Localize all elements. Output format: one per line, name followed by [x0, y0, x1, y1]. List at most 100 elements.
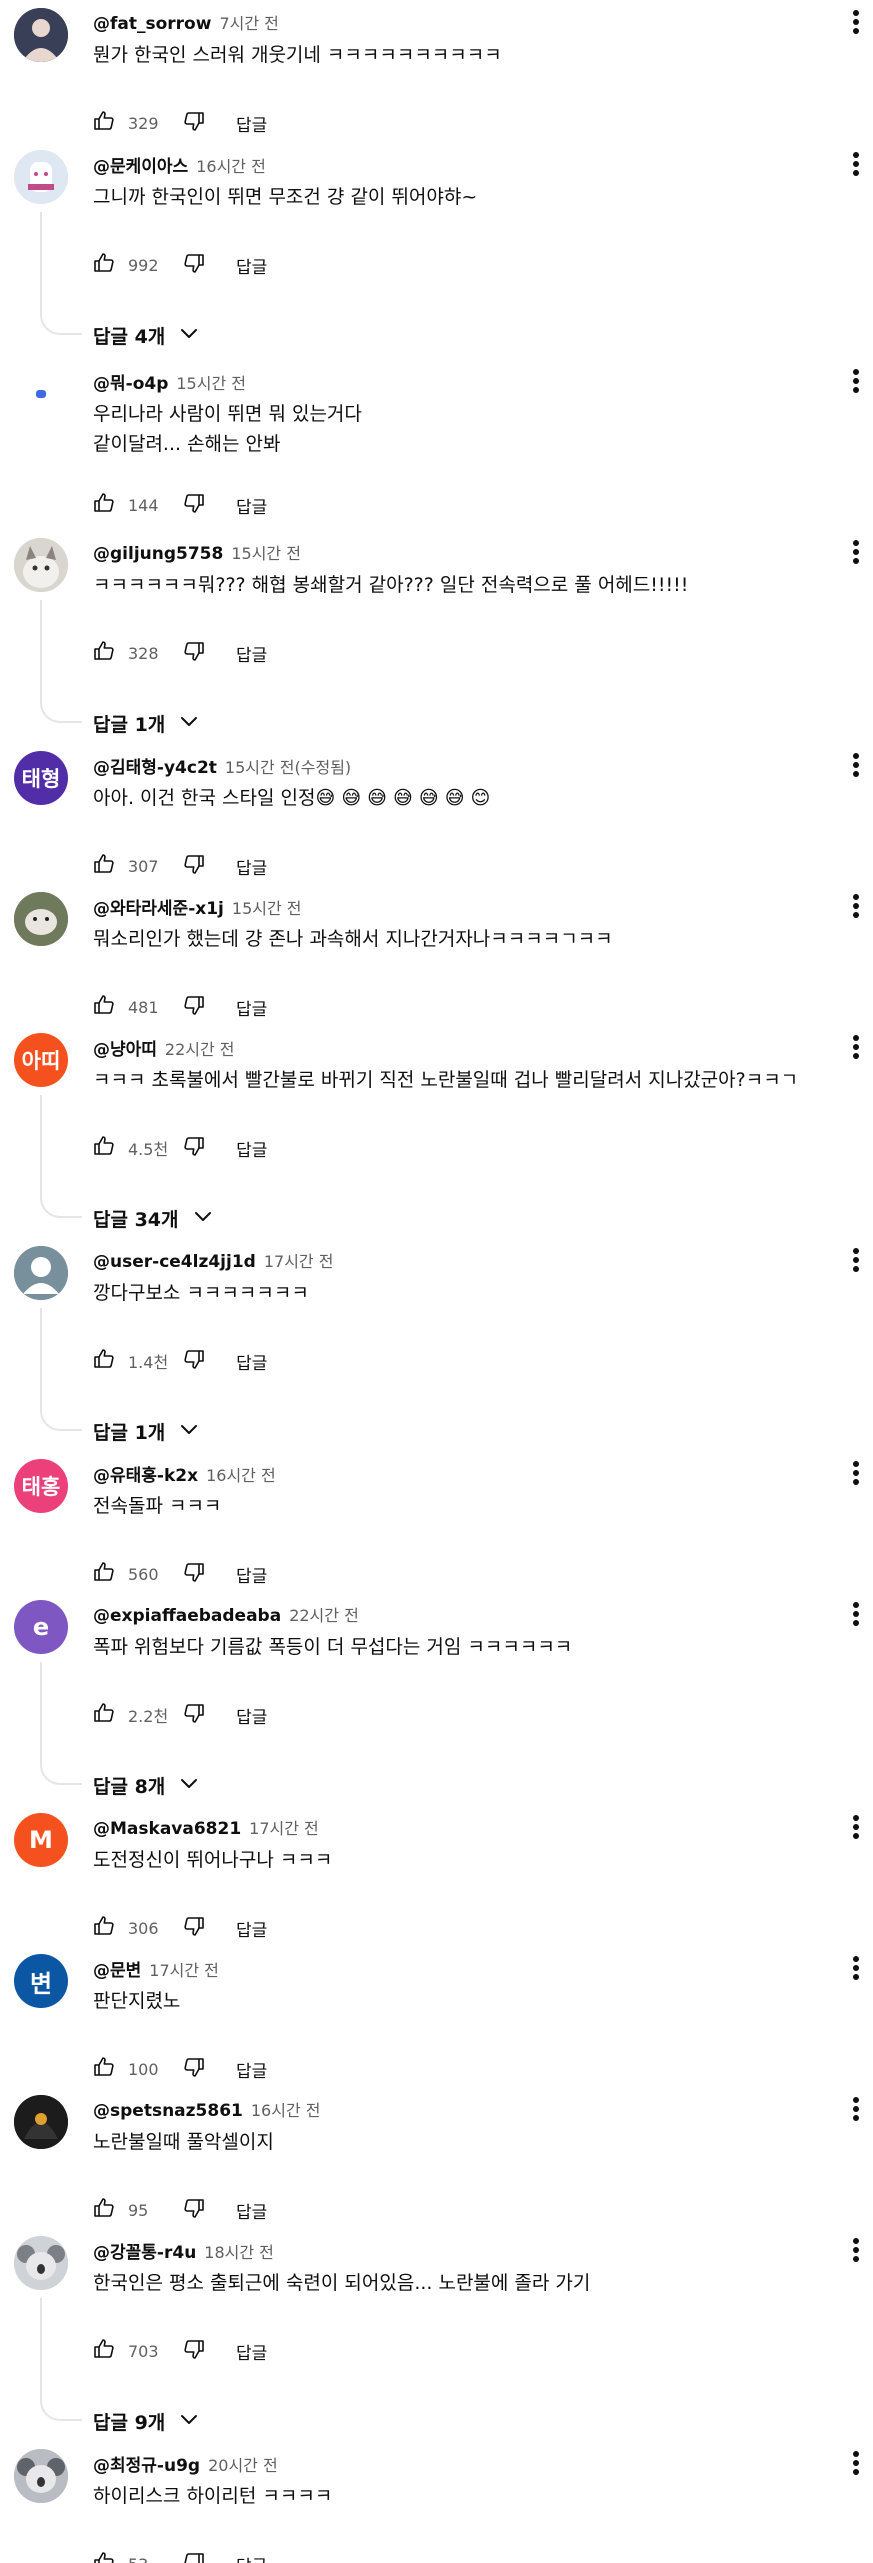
- like-button[interactable]: [88, 489, 120, 521]
- avatar[interactable]: [14, 2236, 68, 2290]
- dislike-button[interactable]: [178, 1132, 210, 1164]
- comment-author[interactable]: @와타라세준-x1j: [93, 894, 224, 919]
- more-options-icon[interactable]: [848, 751, 864, 779]
- view-replies-button[interactable]: 답글 1개: [93, 1413, 201, 1449]
- comment-time[interactable]: 18시간 전: [204, 2239, 274, 2263]
- reply-button[interactable]: 답글: [236, 111, 267, 136]
- comment-time[interactable]: 22시간 전: [165, 1036, 235, 1060]
- like-button[interactable]: [88, 1345, 120, 1377]
- comment-time[interactable]: 7시간 전: [219, 10, 278, 34]
- reply-button[interactable]: 답글: [236, 1349, 267, 1374]
- comment-time[interactable]: 22시간 전: [289, 1602, 359, 1626]
- avatar[interactable]: [14, 538, 68, 592]
- reply-button[interactable]: 답글: [236, 2339, 267, 2364]
- dislike-button[interactable]: [178, 2335, 210, 2367]
- comment-author[interactable]: @Maskava6821: [93, 1819, 241, 1839]
- more-options-icon[interactable]: [848, 538, 864, 566]
- like-button[interactable]: [88, 1132, 120, 1164]
- more-options-icon[interactable]: [848, 1033, 864, 1061]
- comment-author[interactable]: @뭐-o4p: [93, 369, 168, 394]
- avatar[interactable]: 변: [14, 1954, 68, 2008]
- dislike-button[interactable]: [178, 489, 210, 521]
- reply-button[interactable]: 답글: [236, 1916, 267, 1941]
- more-options-icon[interactable]: [848, 1459, 864, 1487]
- comment-author[interactable]: @fat_sorrow: [93, 14, 211, 34]
- dislike-button[interactable]: [178, 1345, 210, 1377]
- reply-button[interactable]: 답글: [236, 1136, 267, 1161]
- dislike-button[interactable]: [178, 991, 210, 1023]
- like-button[interactable]: [88, 1699, 120, 1731]
- reply-button[interactable]: 답글: [236, 2552, 267, 2563]
- avatar[interactable]: [14, 2095, 68, 2149]
- reply-button[interactable]: 답글: [236, 2198, 267, 2223]
- more-options-icon[interactable]: [848, 367, 864, 395]
- comment-author[interactable]: @김태형-y4c2t: [93, 753, 217, 778]
- more-options-icon[interactable]: [848, 892, 864, 920]
- comment-author[interactable]: @문변: [93, 1956, 141, 1981]
- reply-button[interactable]: 답글: [236, 1703, 267, 1728]
- like-button[interactable]: [88, 2335, 120, 2367]
- more-options-icon[interactable]: [848, 8, 864, 36]
- like-button[interactable]: [88, 1558, 120, 1590]
- more-options-icon[interactable]: [848, 1954, 864, 1982]
- reply-button[interactable]: 답글: [236, 1562, 267, 1587]
- comment-time[interactable]: 17시간 전: [249, 1815, 319, 1839]
- comment-time[interactable]: 15시간 전: [176, 370, 246, 394]
- avatar[interactable]: 태형: [14, 751, 68, 805]
- avatar[interactable]: [14, 892, 68, 946]
- avatar[interactable]: 아띠: [14, 1033, 68, 1087]
- view-replies-button[interactable]: 답글 4개: [93, 317, 201, 353]
- comment-author[interactable]: @문케이아스: [93, 152, 188, 177]
- dislike-button[interactable]: [178, 1699, 210, 1731]
- comment-author[interactable]: @giljung5758: [93, 544, 223, 564]
- like-button[interactable]: [88, 249, 120, 281]
- comment-author[interactable]: @spetsnaz5861: [93, 2101, 243, 2121]
- view-replies-button[interactable]: 답글 1개: [93, 705, 201, 741]
- avatar[interactable]: e: [14, 1600, 68, 1654]
- dislike-button[interactable]: [178, 1912, 210, 1944]
- comment-author[interactable]: @최정규-u9g: [93, 2451, 200, 2476]
- like-button[interactable]: [88, 1912, 120, 1944]
- reply-button[interactable]: 답글: [236, 253, 267, 278]
- dislike-button[interactable]: [178, 2548, 210, 2563]
- view-replies-button[interactable]: 답글 9개: [93, 2403, 201, 2439]
- dislike-button[interactable]: [178, 637, 210, 669]
- more-options-icon[interactable]: [848, 150, 864, 178]
- comment-time[interactable]: 16시간 전: [206, 1462, 276, 1486]
- reply-button[interactable]: 답글: [236, 493, 267, 518]
- more-options-icon[interactable]: [848, 2095, 864, 2123]
- comment-time[interactable]: 15시간 전: [225, 754, 295, 778]
- avatar[interactable]: [14, 367, 68, 421]
- avatar[interactable]: M: [14, 1813, 68, 1867]
- reply-button[interactable]: 답글: [236, 854, 267, 879]
- comment-time[interactable]: 20시간 전: [208, 2452, 278, 2476]
- dislike-button[interactable]: [178, 1558, 210, 1590]
- like-button[interactable]: [88, 850, 120, 882]
- more-options-icon[interactable]: [848, 2449, 864, 2477]
- dislike-button[interactable]: [178, 2194, 210, 2226]
- comment-author[interactable]: @유태홍-k2x: [93, 1461, 198, 1486]
- like-button[interactable]: [88, 2548, 120, 2563]
- comment-time[interactable]: 17시간 전: [149, 1957, 219, 1981]
- reply-button[interactable]: 답글: [236, 995, 267, 1020]
- like-button[interactable]: [88, 637, 120, 669]
- reply-button[interactable]: 답글: [236, 641, 267, 666]
- more-options-icon[interactable]: [848, 1246, 864, 1274]
- view-replies-button[interactable]: 답글 8개: [93, 1767, 201, 1803]
- comment-author[interactable]: @냥아띠: [93, 1035, 157, 1060]
- dislike-button[interactable]: [178, 249, 210, 281]
- comment-time[interactable]: 15시간 전: [232, 895, 302, 919]
- view-replies-button[interactable]: 답글 34개: [93, 1200, 215, 1236]
- default-user-icon[interactable]: [14, 1246, 68, 1300]
- more-options-icon[interactable]: [848, 2236, 864, 2264]
- reply-button[interactable]: 답글: [236, 2057, 267, 2082]
- like-button[interactable]: [88, 2053, 120, 2085]
- like-button[interactable]: [88, 107, 120, 139]
- avatar[interactable]: [14, 2449, 68, 2503]
- avatar[interactable]: 태홍: [14, 1459, 68, 1513]
- dislike-button[interactable]: [178, 107, 210, 139]
- like-button[interactable]: [88, 2194, 120, 2226]
- dislike-button[interactable]: [178, 850, 210, 882]
- more-options-icon[interactable]: [848, 1813, 864, 1841]
- dislike-button[interactable]: [178, 2053, 210, 2085]
